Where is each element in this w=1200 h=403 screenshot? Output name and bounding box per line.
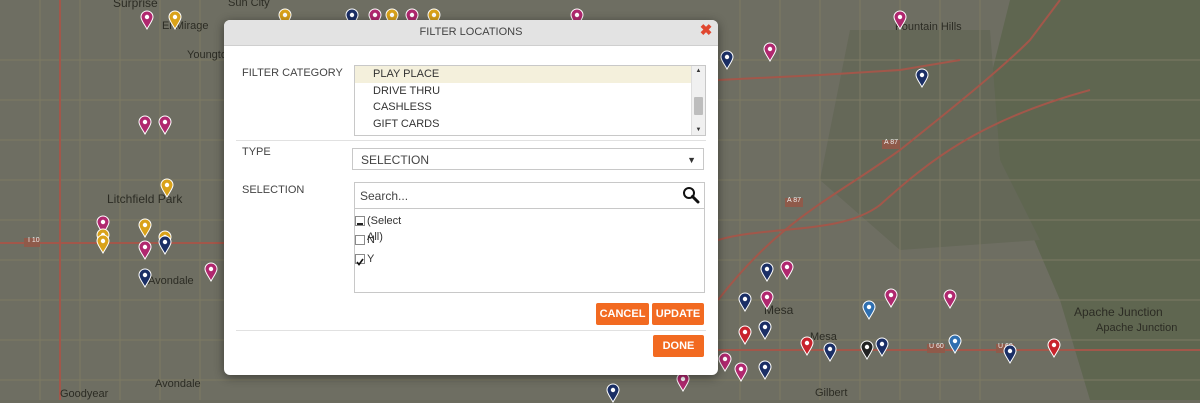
search-input[interactable]: Search... xyxy=(354,182,705,209)
map-pin-icon[interactable] xyxy=(158,115,172,135)
cancel-button[interactable]: CANCEL xyxy=(596,303,649,325)
map-pin-icon[interactable] xyxy=(140,10,154,30)
highway-shield: I 10 xyxy=(28,237,40,244)
scroll-up-icon[interactable]: ▲ xyxy=(692,66,705,76)
section-divider xyxy=(236,140,706,141)
map-pin-icon[interactable] xyxy=(943,289,957,309)
map-pin-icon[interactable] xyxy=(676,372,690,392)
map-pin-icon[interactable] xyxy=(138,240,152,260)
map-pin-icon[interactable] xyxy=(738,292,752,312)
map-pin-icon[interactable] xyxy=(758,360,772,380)
map-pin-icon[interactable] xyxy=(138,218,152,238)
map-pin-icon[interactable] xyxy=(96,234,110,254)
map-pin-icon[interactable] xyxy=(718,352,732,372)
option-label: Y xyxy=(367,253,375,265)
map-pin-icon[interactable] xyxy=(893,10,907,30)
search-icon[interactable] xyxy=(682,186,700,209)
map-place-label: Avondale xyxy=(148,275,194,287)
map-pin-icon[interactable] xyxy=(1003,344,1017,364)
map-pin-icon[interactable] xyxy=(884,288,898,308)
section-divider xyxy=(236,330,706,331)
selection-label: SELECTION xyxy=(242,184,305,196)
type-label: TYPE xyxy=(242,146,271,158)
scroll-down-icon[interactable]: ▼ xyxy=(692,125,705,135)
list-item[interactable]: GIFT CARDS xyxy=(355,116,705,133)
map-pin-icon[interactable] xyxy=(168,10,182,30)
highway-shield: A 87 xyxy=(884,139,899,146)
map-pin-icon[interactable] xyxy=(606,383,620,403)
done-button[interactable]: DONE xyxy=(653,335,704,357)
type-select[interactable]: SELECTION ▼ xyxy=(352,148,704,170)
map-place-label: Gilbert xyxy=(815,387,848,399)
map-place-label: Surprise xyxy=(113,0,158,10)
option-label: N xyxy=(367,234,375,246)
listbox-scrollbar[interactable]: ▲ ▼ xyxy=(691,66,705,135)
dialog-title: FILTER LOCATIONS xyxy=(419,26,523,38)
scrollbar-thumb[interactable] xyxy=(694,97,703,115)
checkbox-checked[interactable] xyxy=(355,254,365,266)
dialog-header: FILTER LOCATIONS ✖ xyxy=(224,20,718,46)
map-pin-icon[interactable] xyxy=(720,50,734,70)
map-pin-icon[interactable] xyxy=(800,336,814,356)
map-pin-icon[interactable] xyxy=(204,262,218,282)
map-place-label: Sun City xyxy=(228,0,270,9)
map-pin-icon[interactable] xyxy=(780,260,794,280)
filter-locations-dialog: FILTER LOCATIONS ✖ FILTER CATEGORY PLAY … xyxy=(224,20,718,375)
map-place-label: Avondale xyxy=(155,378,201,390)
search-placeholder: Search... xyxy=(360,189,409,203)
map-pin-icon[interactable] xyxy=(758,320,772,340)
map-pin-icon[interactable] xyxy=(760,262,774,282)
map-pin-icon[interactable] xyxy=(158,235,172,255)
map-pin-icon[interactable] xyxy=(948,334,962,354)
map-pin-icon[interactable] xyxy=(875,337,889,357)
filter-category-listbox[interactable]: PLAY PLACE DRIVE THRU CASHLESS GIFT CARD… xyxy=(354,65,706,136)
map-pin-icon[interactable] xyxy=(1047,338,1061,358)
list-item[interactable]: CASHLESS xyxy=(355,99,705,116)
map-pin-icon[interactable] xyxy=(860,340,874,360)
list-item[interactable]: PLAY PLACE xyxy=(355,66,705,83)
map-pin-icon[interactable] xyxy=(763,42,777,62)
map-pin-icon[interactable] xyxy=(760,290,774,310)
update-button[interactable]: UPDATE xyxy=(652,303,704,325)
map-pin-icon[interactable] xyxy=(160,178,174,198)
highway-shield: A 87 xyxy=(787,197,802,204)
map-place-label: Goodyear xyxy=(60,388,109,400)
map-pin-icon[interactable] xyxy=(138,268,152,288)
list-item[interactable]: DRIVE THRU xyxy=(355,83,705,100)
checkbox-partial[interactable] xyxy=(355,216,365,226)
type-select-value: SELECTION xyxy=(361,153,430,167)
filter-category-label: FILTER CATEGORY xyxy=(242,67,343,79)
highway-shield: U 60 xyxy=(929,343,944,350)
map-pin-icon[interactable] xyxy=(823,342,837,362)
map-pin-icon[interactable] xyxy=(734,362,748,382)
map-pin-icon[interactable] xyxy=(862,300,876,320)
map-pin-icon[interactable] xyxy=(138,115,152,135)
close-icon[interactable]: ✖ xyxy=(699,23,713,38)
selection-checklist: (Select All) N Y xyxy=(354,209,705,293)
map-pin-icon[interactable] xyxy=(915,68,929,88)
map-place-label: Apache Junction xyxy=(1074,305,1163,319)
map-place-label: Apache Junction xyxy=(1096,322,1178,334)
chevron-down-icon: ▼ xyxy=(687,155,696,165)
map-pin-icon[interactable] xyxy=(738,325,752,345)
checkbox-unchecked[interactable] xyxy=(355,235,365,245)
